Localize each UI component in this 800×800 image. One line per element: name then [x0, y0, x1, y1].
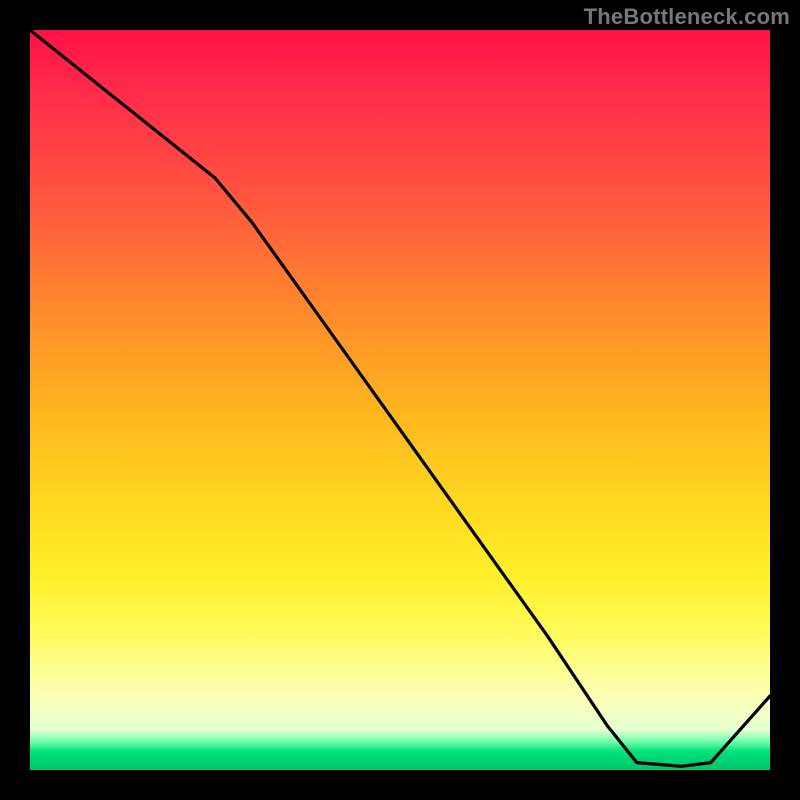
plot-area — [30, 30, 770, 770]
chart-stage: TheBottleneck.com — [0, 0, 800, 800]
attribution-text: TheBottleneck.com — [584, 4, 790, 30]
curve-path — [30, 30, 770, 766]
bottleneck-curve — [30, 30, 770, 770]
